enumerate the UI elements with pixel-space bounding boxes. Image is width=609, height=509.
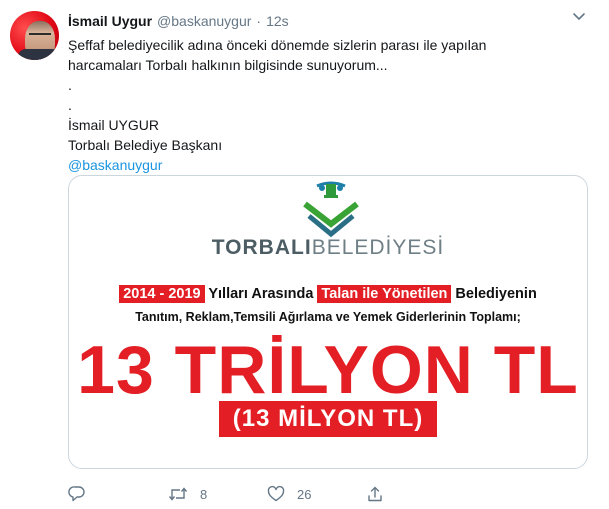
sub-amount-box: (13 MİLYON TL) bbox=[219, 401, 437, 437]
display-name[interactable]: İsmail Uygur bbox=[68, 13, 152, 29]
avatar-glasses bbox=[29, 33, 51, 39]
logo-text-light: BELEDİYESİ bbox=[311, 236, 445, 259]
image-subheadline: Tanıtım, Reklam,Temsili Ağırlama ve Yeme… bbox=[135, 310, 521, 324]
talan-highlight: Talan ile Yönetilen bbox=[317, 285, 452, 303]
header-separator: · bbox=[256, 13, 262, 29]
reply-icon bbox=[68, 486, 85, 502]
municipality-logo-icon bbox=[303, 181, 359, 238]
tweet-header: İsmail Uygur @baskanuygur · 12s bbox=[68, 13, 289, 29]
headline-mid-text: Yılları Arasında bbox=[204, 286, 318, 302]
tweet-text-line: harcamaları Torbalı halkının bilgisinde … bbox=[68, 57, 388, 73]
tweet-text-line: Torbalı Belediye Başkanı bbox=[68, 137, 223, 153]
tweet[interactable]: İsmail Uygur @baskanuygur · 12s Şeffaf bele… bbox=[0, 0, 609, 509]
tweet-image[interactable]: TORBALIBELEDİYESİ 2014 - 2019 Yılları Ar… bbox=[68, 175, 588, 469]
chevron-down-icon[interactable] bbox=[572, 12, 586, 22]
tweet-text-line: İsmail UYGUR bbox=[68, 117, 160, 133]
avatar[interactable] bbox=[10, 11, 59, 60]
tweet-text-line: . bbox=[68, 97, 72, 113]
image-headline: 2014 - 2019 Yılları Arasında Talan ile Y… bbox=[69, 285, 587, 303]
like-icon bbox=[267, 485, 285, 502]
tweet-timestamp[interactable]: 12s bbox=[266, 13, 289, 29]
headline-end-text: Belediyenin bbox=[451, 286, 537, 302]
year-range-highlight: 2014 - 2019 bbox=[119, 285, 205, 303]
tweet-text-line: Şeffaf belediyecilik adına önceki dönemd… bbox=[68, 37, 487, 53]
big-amount: 13 TRİLYON TL bbox=[77, 332, 579, 408]
user-handle[interactable]: @baskanuygur bbox=[157, 13, 251, 29]
mention-link[interactable]: @baskanuygur bbox=[68, 155, 588, 175]
retweet-icon bbox=[168, 487, 188, 501]
like-button[interactable]: 26 bbox=[267, 484, 311, 504]
tweet-text-line: . bbox=[68, 77, 72, 93]
like-count: 26 bbox=[297, 486, 312, 502]
retweet-button[interactable]: 8 bbox=[168, 484, 207, 504]
logo-text-bold: TORBALI bbox=[211, 236, 312, 259]
reply-button[interactable] bbox=[68, 484, 86, 504]
retweet-count: 8 bbox=[200, 486, 208, 502]
share-button[interactable] bbox=[366, 484, 384, 504]
share-icon bbox=[368, 486, 382, 502]
tweet-actions: 8 26 bbox=[68, 484, 588, 504]
municipality-logo-text: TORBALIBELEDİYESİ bbox=[69, 236, 587, 260]
avatar-suit bbox=[18, 49, 59, 60]
tweet-text: Şeffaf belediyecilik adına önceki dönemd… bbox=[68, 35, 588, 175]
